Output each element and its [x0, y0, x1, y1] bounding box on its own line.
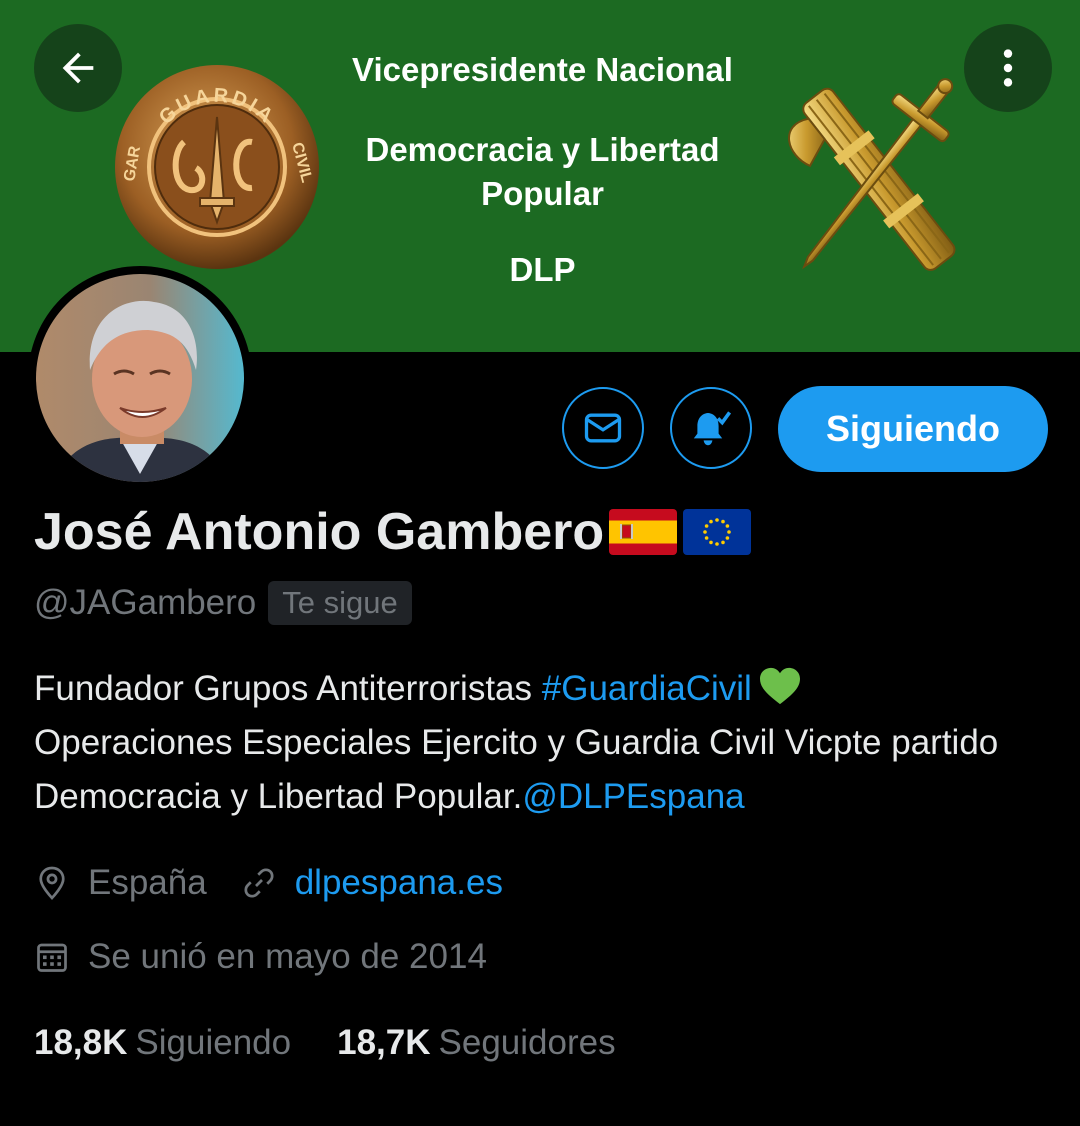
profile-joined-date: Se unió en mayo de 2014 [88, 937, 487, 976]
more-vertical-icon [1003, 49, 1013, 87]
following-count: 18,8K [34, 1023, 128, 1062]
notifications-button[interactable] [670, 387, 752, 469]
following-button[interactable]: Siguiendo [778, 386, 1048, 472]
profile-meta-joined: Se unió en mayo de 2014 [34, 932, 487, 982]
banner-party-name: Democracia y Libertad Popular [365, 131, 720, 212]
bell-check-icon [693, 411, 732, 446]
banner-party-acronym: DLP [509, 251, 576, 288]
calendar-icon [34, 939, 70, 975]
location-pin-icon [34, 865, 70, 901]
bio-mention-link[interactable]: @DLPEspana [522, 777, 744, 816]
profile-meta-location-website: España dlpespana.es [34, 858, 503, 908]
followers-count: 18,7K [337, 1023, 431, 1062]
profile-name-row: José Antonio Gambero [34, 500, 752, 564]
green-heart-icon [759, 667, 800, 705]
bio-hashtag-link[interactable]: #GuardiaCivil [542, 669, 752, 708]
profile-handle: @JAGambero [34, 583, 257, 622]
profile-name: José Antonio Gambero [34, 503, 605, 561]
avatar-photo [36, 274, 244, 482]
following-stat[interactable]: 18,8K Siguiendo [34, 1023, 291, 1063]
bio-text-2: Operaciones Especiales Ejercito y Guardi… [34, 723, 999, 816]
profile-website-link[interactable]: dlpespana.es [295, 863, 503, 903]
more-options-button[interactable] [964, 24, 1052, 112]
message-button[interactable] [562, 387, 644, 469]
bio-text-1: Fundador Grupos Antiterroristas [34, 669, 542, 708]
spain-flag-icon [609, 509, 678, 555]
profile-avatar[interactable] [28, 266, 252, 490]
handle-row: @JAGambero Te sigue [34, 578, 412, 628]
eu-flag-icon [683, 509, 752, 555]
followers-stat[interactable]: 18,7K Seguidores [337, 1023, 615, 1063]
sword-fasces-emblem [788, 78, 956, 271]
follows-you-badge: Te sigue [268, 581, 412, 625]
envelope-icon [584, 413, 622, 443]
link-icon [241, 865, 277, 901]
profile-stats: 18,8K Siguiendo 18,7K Seguidores [34, 1018, 616, 1068]
back-button[interactable] [34, 24, 122, 112]
banner-title: Vicepresidente Nacional [352, 51, 733, 88]
profile-bio: Fundador Grupos Antiterroristas #Guardia… [34, 662, 1044, 824]
profile-location: España [88, 863, 207, 902]
following-label: Siguiendo [135, 1023, 292, 1062]
followers-label: Seguidores [438, 1023, 616, 1062]
arrow-left-icon [62, 52, 94, 84]
